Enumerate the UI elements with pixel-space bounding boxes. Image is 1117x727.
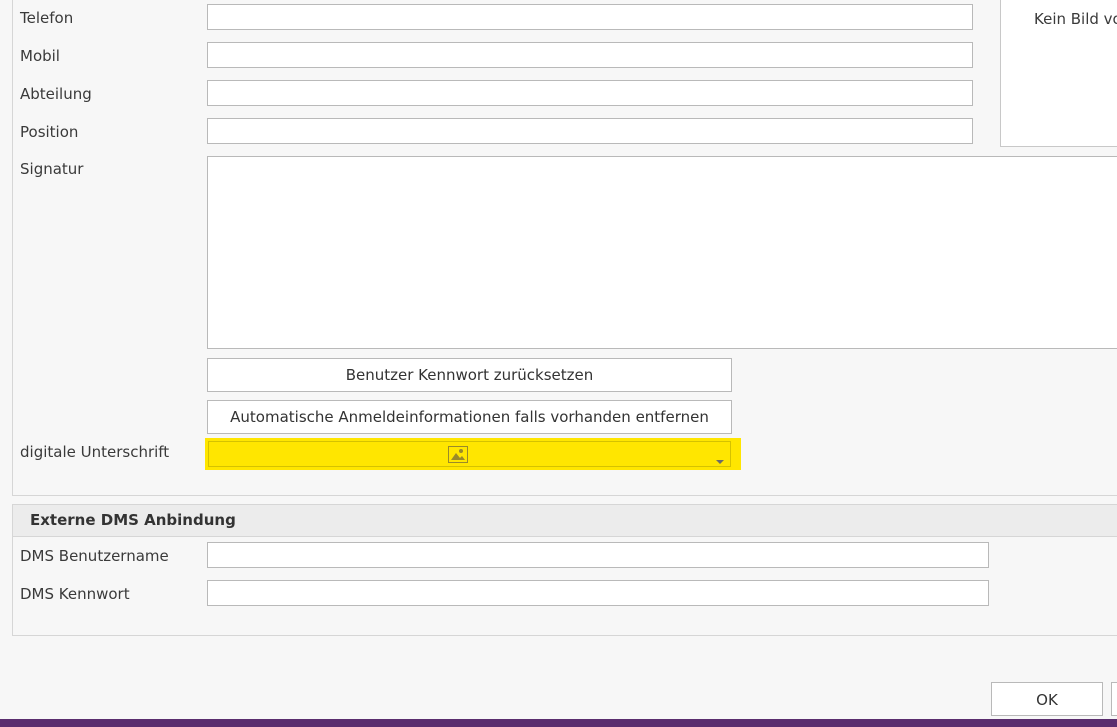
position-input[interactable] [207,118,973,144]
dms-section-title: Externe DMS Anbindung [30,511,236,529]
abteilung-label: Abteilung [20,85,92,103]
position-label: Position [20,123,79,141]
mobil-label: Mobil [20,47,60,65]
abteilung-input[interactable] [207,80,973,106]
signatur-label: Signatur [20,160,84,178]
chevron-down-icon[interactable] [715,451,725,469]
digital-signature-label: digitale Unterschrift [20,443,170,461]
remove-autologin-button[interactable]: Automatische Anmeldeinformationen falls … [207,400,732,434]
no-photo-text: Kein Bild vo [1034,10,1117,28]
ok-button[interactable]: OK [991,682,1103,716]
signatur-textarea[interactable] [207,156,1117,349]
telefon-label: Telefon [20,9,74,27]
image-icon [448,446,468,467]
cancel-button[interactable] [1111,682,1117,716]
dms-username-label: DMS Benutzername [20,547,169,565]
telefon-input[interactable] [207,4,973,30]
dms-password-label: DMS Kennwort [20,585,130,603]
digital-signature-combobox[interactable] [208,441,731,467]
reset-password-button[interactable]: Benutzer Kennwort zurücksetzen [207,358,732,392]
window-bottom-bar [0,719,1117,727]
dms-username-input[interactable] [207,542,989,568]
mobil-input[interactable] [207,42,973,68]
dms-password-input[interactable] [207,580,989,606]
